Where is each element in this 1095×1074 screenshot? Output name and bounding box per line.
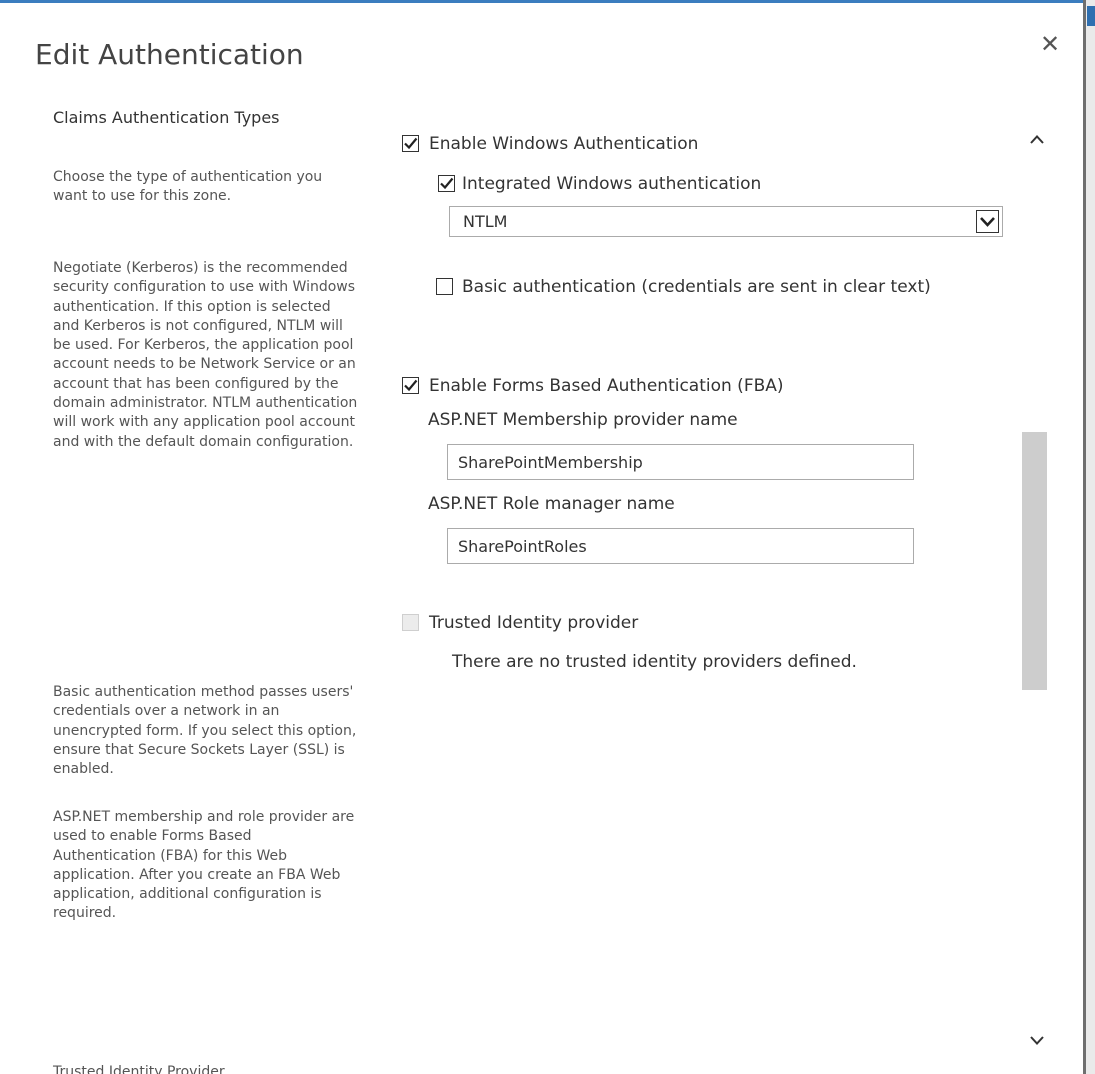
windows-auth-label: Enable Windows Authentication: [429, 134, 699, 154]
checkmark-icon: [404, 379, 418, 392]
integrated-windows-checkbox[interactable]: [438, 175, 455, 192]
chevron-down-icon[interactable]: [1027, 1030, 1047, 1050]
fba-checkbox[interactable]: [402, 377, 419, 394]
scrollbar-thumb[interactable]: [1022, 432, 1047, 690]
windows-auth-checkbox[interactable]: [402, 135, 419, 152]
checkmark-icon: [440, 177, 454, 190]
close-icon[interactable]: ✕: [1036, 30, 1064, 58]
integrated-windows-label: Integrated Windows authentication: [462, 174, 762, 194]
basic-auth-label: Basic authentication (credentials are se…: [462, 277, 931, 297]
basic-auth-checkbox[interactable]: [436, 278, 453, 295]
role-manager-input[interactable]: [447, 528, 914, 564]
role-manager-label: ASP.NET Role manager name: [428, 494, 675, 514]
description-kerberos: Negotiate (Kerberos) is the recommended …: [53, 260, 358, 450]
dialog-shadow-edge: [1083, 0, 1086, 1074]
chevron-up-icon[interactable]: [1027, 130, 1047, 150]
membership-provider-label: ASP.NET Membership provider name: [428, 410, 738, 430]
dialog-title: Edit Authentication: [35, 38, 304, 71]
description-trusted-heading: Trusted Identity Provider: [53, 1064, 225, 1074]
fba-label: Enable Forms Based Authentication (FBA): [429, 376, 784, 396]
background-tab-edge: [1087, 6, 1095, 26]
select-value: NTLM: [463, 212, 508, 231]
checkmark-icon: [404, 137, 418, 150]
chevron-down-icon[interactable]: [976, 210, 999, 233]
trusted-identity-note: There are no trusted identity providers …: [452, 652, 857, 672]
edit-authentication-dialog: Edit Authentication ✕ Claims Authenticat…: [0, 0, 1095, 1074]
description-zone: Choose the type of authentication you wa…: [53, 169, 323, 205]
integrated-windows-select[interactable]: NTLM: [449, 206, 1003, 237]
description-fba: ASP.NET membership and role provider are…: [53, 809, 355, 922]
membership-provider-input[interactable]: [447, 444, 914, 480]
top-accent-bar: [0, 0, 1095, 3]
section-heading: Claims Authentication Types: [53, 108, 280, 127]
description-basic: Basic authentication method passes users…: [53, 684, 357, 778]
trusted-identity-checkbox: [402, 614, 419, 631]
trusted-identity-label: Trusted Identity provider: [429, 613, 639, 633]
